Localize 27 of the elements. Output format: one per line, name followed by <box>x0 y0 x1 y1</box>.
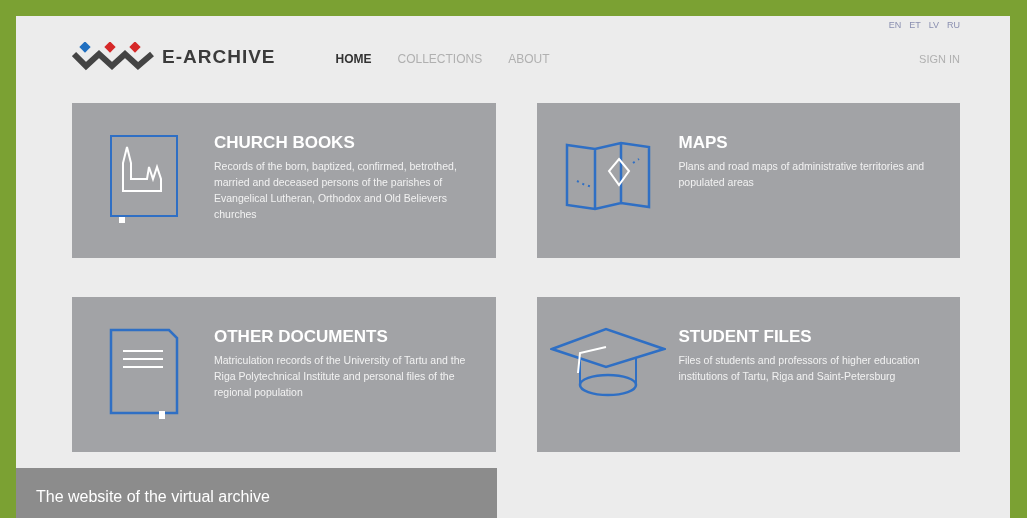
language-link[interactable]: LV <box>928 19 939 33</box>
language-link[interactable]: EN <box>888 19 902 33</box>
collection-card[interactable]: MAPS Plans and road maps of administrative territories and populated areas <box>536 103 960 258</box>
language-link[interactable]: RU <box>947 19 960 33</box>
card-title: STUDENT FILES <box>678 327 813 347</box>
caption-bar: The website of the virtual archive <box>16 468 497 518</box>
collection-card[interactable]: CHURCH BOOKS Records of the born, baptized, confirmed, betrothed, married and deceased persons of the parishes of Evangelical Lutheran, Orthodox and Old Believers churches <box>72 103 496 258</box>
card-description: Matriculation records of the University of Tartu and the Riga Polytechnical Institute and personal files of the regional population <box>214 353 467 400</box>
nav-link[interactable]: ABOUT <box>508 50 550 68</box>
card-description: Plans and road maps of administrative territories and populated areas <box>678 159 926 190</box>
document-icon <box>107 327 179 421</box>
church-book-icon <box>107 133 179 223</box>
collection-card[interactable]: STUDENT FILES Files of students and professors of higher education institutions of Tartu, Riga and Saint-Petersburg <box>536 297 960 452</box>
sign-in-link[interactable]: SIGN IN <box>919 50 960 68</box>
e-archive-logo[interactable]: E-ARCHIVE <box>72 42 276 72</box>
card-title: CHURCH BOOKS <box>214 133 356 153</box>
nav-link[interactable]: COLLECTIONS <box>397 50 483 68</box>
graduation-cap-icon <box>549 327 666 399</box>
nav-link[interactable]: HOME <box>335 50 372 68</box>
card-description: Files of students and professors of higher education institutions of Tartu, Riga and Saint-Petersburg <box>678 353 921 384</box>
card-description: Records of the born, baptized, confirmed, betrothed, married and deceased persons of the parishes of Evangelical Lutheran, Orthodox and Old Believers churches <box>214 159 458 222</box>
collection-card[interactable]: OTHER DOCUMENTS Matriculation records of the University of Tartu and the Riga Polytechnical Institute and personal files of the regional population <box>72 297 496 452</box>
logo-icon <box>72 42 154 72</box>
card-title: MAPS <box>678 133 729 153</box>
card-title: OTHER DOCUMENTS <box>214 327 389 347</box>
language-link[interactable]: ET <box>909 19 921 33</box>
logo-text: E-ARCHIVE <box>162 44 276 69</box>
